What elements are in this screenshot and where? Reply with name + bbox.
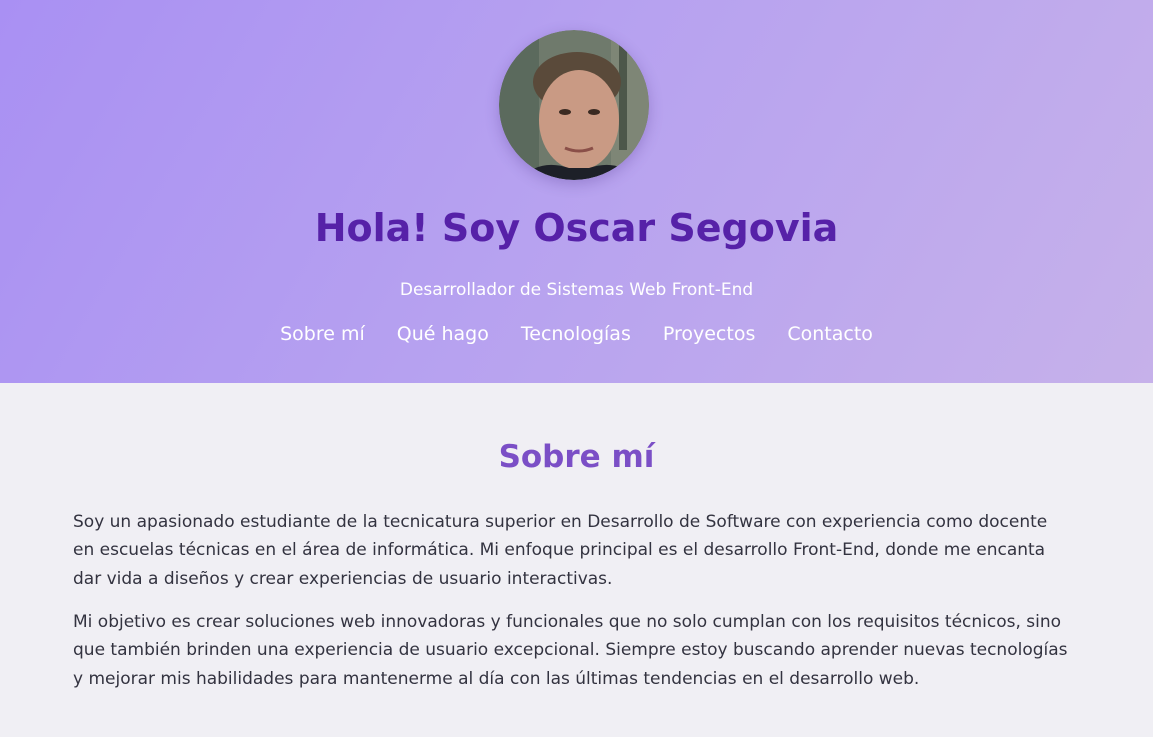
about-paragraph-1: Soy un apasionado estudiante de la tecni… bbox=[73, 512, 1048, 589]
about-paragraph-2: Mi objetivo es crear soluciones web inno… bbox=[73, 612, 1068, 689]
nav-link-tecnologias[interactable]: Tecnologías bbox=[521, 320, 631, 348]
hero-header: Hola! Soy Oscar Segovia Desarrollador de… bbox=[0, 0, 1153, 383]
profile-photo bbox=[499, 30, 649, 180]
hero-title: Hola! Soy Oscar Segovia bbox=[314, 206, 839, 250]
nav-link-sobre-mi[interactable]: Sobre mí bbox=[280, 320, 365, 348]
profile-avatar bbox=[499, 30, 649, 180]
nav-link-contacto[interactable]: Contacto bbox=[787, 320, 873, 348]
nav-link-que-hago[interactable]: Qué hago bbox=[397, 320, 489, 348]
hero-subtitle: Desarrollador de Sistemas Web Front-End bbox=[399, 280, 754, 300]
nav-link-proyectos[interactable]: Proyectos bbox=[663, 320, 756, 348]
about-section: Sobre mí Soy un apasionado estudiante de… bbox=[0, 383, 1153, 737]
main-nav: Sobre mí Qué hago Tecnologías Proyectos … bbox=[0, 320, 1153, 348]
about-heading: Sobre mí bbox=[498, 439, 655, 475]
